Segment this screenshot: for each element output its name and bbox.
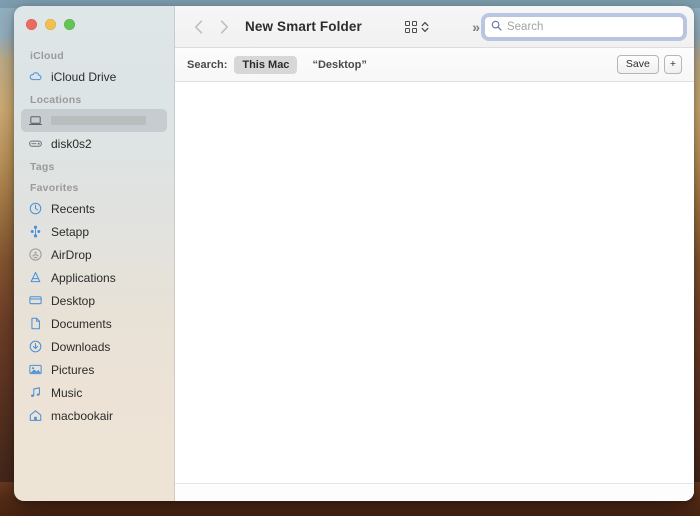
sidebar-item-label: Pictures <box>51 362 95 377</box>
window-controls <box>26 19 75 30</box>
view-controls <box>405 20 429 33</box>
sidebar-item-music[interactable]: Music <box>21 381 167 404</box>
chevron-up-down-icon[interactable] <box>421 21 429 33</box>
sidebar-item-icloud-drive[interactable]: iCloud Drive <box>21 65 167 88</box>
search-field[interactable] <box>483 15 684 38</box>
sidebar-item-label: AirDrop <box>51 247 92 262</box>
sidebar-item-desktop[interactable]: Desktop <box>21 289 167 312</box>
sidebar-item-downloads[interactable]: Downloads <box>21 335 167 358</box>
add-criterion-button[interactable]: + <box>663 54 682 75</box>
scope-this-mac[interactable]: This Mac <box>234 55 298 74</box>
music-icon <box>28 385 43 400</box>
sidebar-item-setapp[interactable]: Setapp <box>21 220 167 243</box>
sidebar-item-label: Recents <box>51 201 96 216</box>
sidebar-item-label: Desktop <box>51 293 96 308</box>
toolbar: New Smart Folder » <box>175 6 694 48</box>
minimize-button[interactable] <box>45 19 56 30</box>
airdrop-icon <box>28 247 43 262</box>
applications-icon <box>28 270 43 285</box>
sidebar-item-label: Applications <box>51 270 116 285</box>
save-button[interactable]: Save <box>616 54 659 75</box>
desktop-icon <box>28 293 43 308</box>
sidebar-item-recents[interactable]: Recents <box>21 197 167 220</box>
toolbar-overflow-button[interactable]: » <box>472 19 480 35</box>
sidebar-item-macbookair[interactable]: macbookair <box>21 404 167 427</box>
sidebar-item-label: Music <box>51 385 83 400</box>
sidebar-item-label: iCloud Drive <box>51 69 117 84</box>
close-button[interactable] <box>26 19 37 30</box>
grid-view-icon[interactable] <box>405 20 418 33</box>
downloads-icon <box>28 339 43 354</box>
laptop-icon <box>28 113 43 128</box>
sidebar: iCloud iCloud Drive Locations disk0s2 Tags Fa… <box>14 6 175 501</box>
sidebar-item-label: macbookair <box>51 408 114 423</box>
sidebar-item-documents[interactable]: Documents <box>21 312 167 335</box>
finder-window: iCloud iCloud Drive Locations disk0s2 Tags Fa… <box>14 6 694 501</box>
disk-icon <box>28 136 43 151</box>
content-pane: New Smart Folder » Search Search: This M… <box>175 6 694 501</box>
sidebar-item-label: Documents <box>51 316 112 331</box>
sidebar-item-label: Setapp <box>51 224 90 239</box>
sidebar-item-this-mac[interactable] <box>21 109 167 132</box>
search-input[interactable] <box>506 20 677 33</box>
status-bar <box>175 483 694 501</box>
search-scope-label: Search: <box>187 58 228 71</box>
sidebar-item-pictures[interactable]: Pictures <box>21 358 167 381</box>
sidebar-scroll-area[interactable]: iCloud iCloud Drive Locations disk0s2 Tags Fa… <box>14 44 174 501</box>
scope-actions: Save + <box>616 54 682 75</box>
sidebar-item-label: Downloads <box>51 339 111 354</box>
document-icon <box>28 316 43 331</box>
window-title: New Smart Folder <box>245 19 362 34</box>
sidebar-section-locations: Locations <box>30 94 82 106</box>
clock-icon <box>28 201 43 216</box>
file-list[interactable] <box>175 83 694 483</box>
sidebar-section-favorites: Favorites <box>30 182 79 194</box>
sidebar-item-label: disk0s2 <box>51 136 92 151</box>
forward-button[interactable] <box>211 14 237 40</box>
back-button[interactable] <box>185 14 211 40</box>
sidebar-item-airdrop[interactable]: AirDrop <box>21 243 167 266</box>
sidebar-item-disk0s2[interactable]: disk0s2 <box>21 132 167 155</box>
sidebar-item-label-redacted <box>51 116 146 125</box>
scope-desktop[interactable]: “Desktop” <box>304 56 374 74</box>
search-icon <box>491 18 502 36</box>
search-scope-bar: Search: This Mac “Desktop” Save + <box>175 48 694 82</box>
sidebar-section-icloud: iCloud <box>30 50 64 62</box>
sidebar-section-tags: Tags <box>30 161 55 173</box>
home-icon <box>28 408 43 423</box>
setapp-icon <box>28 224 43 239</box>
cloud-icon <box>28 69 43 84</box>
zoom-button[interactable] <box>64 19 75 30</box>
pictures-icon <box>28 362 43 377</box>
sidebar-item-applications[interactable]: Applications <box>21 266 167 289</box>
